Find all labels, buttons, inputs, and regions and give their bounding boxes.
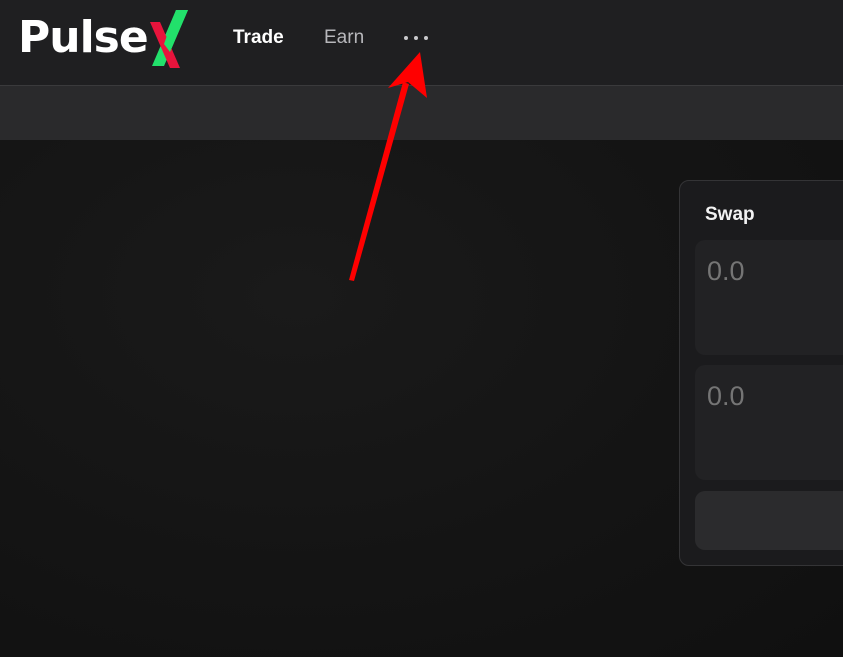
nav-trade[interactable]: Trade <box>233 27 284 49</box>
top-navigation-bar: Pulse Trade Earn <box>0 0 843 86</box>
more-dot <box>424 36 428 40</box>
input-amount-field[interactable] <box>705 255 843 288</box>
output-amount-field[interactable] <box>705 380 843 413</box>
swap-title: Swap <box>705 204 755 225</box>
logo-x-icon <box>149 10 188 68</box>
swap-card: Swap <box>679 180 843 566</box>
nav-earn[interactable]: Earn <box>324 27 364 49</box>
input-amount-panel <box>695 240 843 355</box>
sub-navigation-bar <box>0 86 843 140</box>
logo-text: Pulse <box>18 12 149 63</box>
more-dot <box>404 36 408 40</box>
pulsex-logo[interactable]: Pulse <box>18 8 194 68</box>
more-dot <box>414 36 418 40</box>
swap-action-button[interactable] <box>695 491 843 550</box>
output-amount-panel <box>695 365 843 480</box>
more-horizontal-icon[interactable] <box>404 30 428 46</box>
